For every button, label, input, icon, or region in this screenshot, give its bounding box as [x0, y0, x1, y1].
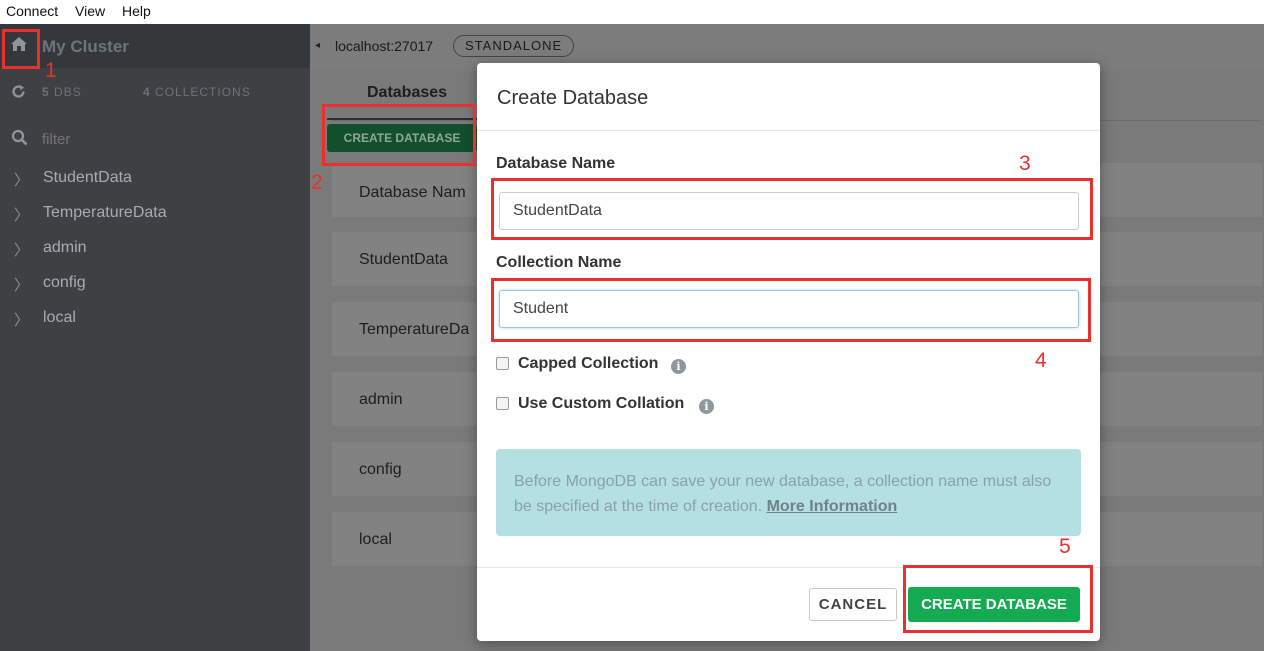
column-header-database-name[interactable]: Database Nam — [359, 184, 466, 202]
collections-count-value: 4 — [143, 85, 151, 99]
table-row-name[interactable]: StudentData — [359, 251, 448, 269]
database-name-label: Database Name — [496, 155, 616, 172]
custom-collation-checkbox[interactable] — [496, 397, 509, 410]
menu-bar: Connect View Help — [0, 0, 1264, 24]
collapse-left-icon[interactable]: ◂ — [315, 40, 320, 51]
search-icon — [11, 129, 28, 151]
collection-name-label: Collection Name — [496, 254, 622, 271]
annotation-box-2 — [322, 104, 476, 166]
sidebar-db-label: local — [43, 309, 76, 326]
capped-collection-checkbox[interactable] — [496, 357, 509, 370]
refresh-icon[interactable] — [11, 84, 26, 104]
more-information-link[interactable]: More Information — [767, 498, 898, 515]
filter-input[interactable] — [40, 127, 284, 151]
chevron-right-icon: 〉 — [14, 312, 30, 329]
cluster-name[interactable]: My Cluster — [42, 37, 129, 57]
sidebar-db-config[interactable]: 〉 config — [0, 270, 310, 300]
chevron-right-icon: 〉 — [14, 207, 30, 224]
standalone-badge: STANDALONE — [453, 35, 575, 57]
info-callout: Before MongoDB can save your new databas… — [496, 449, 1081, 536]
collections-count: 4 COLLECTIONS — [143, 85, 251, 99]
annotation-box-4 — [491, 278, 1091, 342]
chevron-right-icon: 〉 — [14, 172, 30, 189]
collections-label: COLLECTIONS — [155, 85, 251, 99]
sidebar-db-local[interactable]: 〉 local — [0, 305, 310, 335]
table-row-name[interactable]: local — [359, 531, 392, 549]
annotation-box-3 — [491, 178, 1093, 240]
annotation-number: 3 — [1019, 152, 1031, 175]
create-database-modal: Create Database Database Name Collection… — [477, 63, 1100, 641]
tab-databases[interactable]: Databases — [367, 84, 447, 102]
dbs-label: DBS — [54, 85, 82, 99]
info-icon[interactable]: i — [671, 359, 686, 374]
annotation-number: 5 — [1059, 535, 1071, 558]
annotation-box-1 — [2, 29, 40, 69]
sidebar-db-label: config — [43, 274, 86, 291]
menu-connect[interactable]: Connect — [6, 3, 58, 19]
custom-collation-label[interactable]: Use Custom Collation — [518, 395, 684, 413]
sidebar-db-admin[interactable]: 〉 admin — [0, 235, 310, 265]
annotation-number: 1 — [45, 59, 57, 82]
table-row-name[interactable]: TemperatureDa — [359, 321, 469, 339]
annotation-number: 4 — [1035, 349, 1047, 372]
sidebar-db-temperaturedata[interactable]: 〉 TemperatureData — [0, 200, 310, 230]
dbs-count-value: 5 — [42, 85, 50, 99]
cancel-button[interactable]: CANCEL — [809, 588, 897, 621]
sidebar: My Cluster 5 DBS 4 COLLECTIONS 〉 Student… — [0, 24, 310, 651]
menu-help[interactable]: Help — [122, 3, 151, 19]
sidebar-db-label: StudentData — [43, 169, 132, 186]
menu-view[interactable]: View — [75, 3, 105, 19]
chevron-right-icon: 〉 — [14, 277, 30, 294]
modal-header-divider — [477, 130, 1100, 131]
table-row-name[interactable]: admin — [359, 391, 403, 409]
dbs-count: 5 DBS — [42, 85, 82, 99]
capped-collection-label[interactable]: Capped Collection — [518, 355, 658, 373]
annotation-box-5 — [903, 565, 1093, 633]
chevron-right-icon: 〉 — [14, 242, 30, 259]
sidebar-db-label: admin — [43, 239, 87, 256]
modal-title: Create Database — [497, 87, 649, 109]
table-row-name[interactable]: config — [359, 461, 402, 479]
annotation-number: 2 — [311, 171, 323, 194]
info-icon[interactable]: i — [699, 399, 714, 414]
sidebar-db-studentdata[interactable]: 〉 StudentData — [0, 165, 310, 195]
host-label: localhost:27017 — [335, 38, 434, 54]
sidebar-db-label: TemperatureData — [43, 204, 167, 221]
